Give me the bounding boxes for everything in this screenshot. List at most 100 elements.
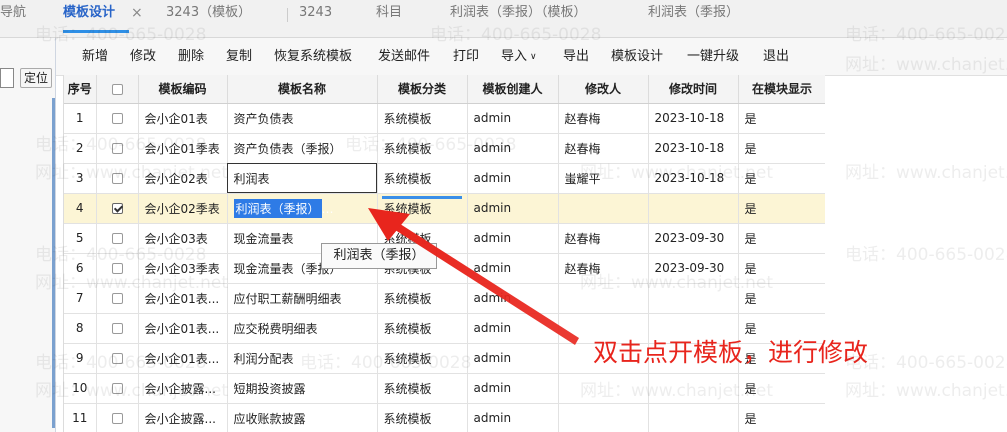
row-name[interactable]: 利润表（季报） — [227, 193, 378, 224]
row-show-in-module[interactable]: 是 — [738, 283, 825, 314]
row-checkbox-cell[interactable] — [96, 343, 139, 374]
table-row[interactable]: 7 会小企01表... 应付职工薪酬明细表 系统模板 admin 是 — [64, 283, 825, 314]
row-modified-time[interactable]: 2023-10-18 — [648, 163, 739, 194]
row-checkbox[interactable] — [111, 263, 123, 274]
row-show-in-module[interactable]: 是 — [738, 163, 825, 194]
row-modified-time[interactable] — [648, 193, 739, 224]
row-modified-time[interactable]: 2023-09-30 — [648, 223, 739, 254]
row-index[interactable]: 9 — [64, 343, 97, 374]
row-code[interactable]: 会小企01季表 — [138, 133, 228, 164]
row-name[interactable]: 资产负债表 — [227, 103, 378, 134]
selected-name-text[interactable]: 利润表（季报） — [233, 198, 322, 218]
row-code[interactable]: 会小企01表... — [138, 283, 228, 314]
tab-template-design[interactable]: 模板设计 — [63, 0, 129, 38]
row-code[interactable]: 会小企披露... — [138, 403, 228, 432]
row-checkbox[interactable] — [111, 353, 123, 364]
select-all-checkbox[interactable] — [111, 83, 123, 95]
row-modified-time[interactable]: 2023-09-30 — [648, 253, 739, 284]
row-show-in-module[interactable]: 是 — [738, 103, 825, 134]
row-index[interactable]: 7 — [64, 283, 97, 314]
upgrade-button[interactable]: 一键升级 — [687, 38, 739, 76]
row-checkbox-cell[interactable] — [96, 133, 139, 164]
copy-button[interactable]: 复制 — [226, 38, 252, 76]
row-index[interactable]: 11 — [64, 403, 97, 432]
row-category[interactable]: 系统模板 — [377, 343, 468, 374]
row-creator[interactable]: admin — [467, 343, 559, 374]
export-button[interactable]: 导出 — [563, 38, 589, 76]
row-show-in-module[interactable]: 是 — [738, 133, 825, 164]
table-row[interactable]: 3 会小企02表 利润表 系统模板 admin 蚩耀平 2023-10-18 是 — [64, 163, 825, 194]
tab-nav[interactable]: 导航 — [0, 0, 26, 38]
header-show-in-module[interactable]: 在模块显示 — [738, 75, 825, 104]
row-category[interactable]: 系统模板 — [377, 313, 468, 344]
header-name[interactable]: 模板名称 — [227, 75, 378, 104]
row-category[interactable]: 系统模板 — [377, 163, 468, 194]
row-creator[interactable]: admin — [467, 403, 559, 432]
row-checkbox[interactable] — [111, 173, 123, 184]
row-modified-time[interactable] — [648, 283, 739, 314]
row-index[interactable]: 2 — [64, 133, 97, 164]
row-creator[interactable]: admin — [467, 133, 559, 164]
row-show-in-module[interactable]: 是 — [738, 223, 825, 254]
row-modifier[interactable]: 蚩耀平 — [558, 163, 649, 194]
row-checkbox[interactable] — [111, 383, 123, 394]
nav-splitter[interactable] — [52, 98, 55, 428]
row-show-in-module[interactable]: 是 — [738, 253, 825, 284]
table-row[interactable]: 11 会小企披露... 应收账款披露 系统模板 admin 是 — [64, 403, 825, 432]
close-icon[interactable]: × — [131, 0, 143, 26]
row-category[interactable]: 系统模板 — [377, 103, 468, 134]
add-button[interactable]: 新增 — [82, 38, 108, 76]
tab-profit-quarterly[interactable]: 利润表（季报） — [648, 0, 739, 38]
row-modified-time[interactable] — [648, 403, 739, 432]
row-name[interactable]: 应交税费明细表 — [227, 313, 378, 344]
row-index[interactable]: 3 — [64, 163, 97, 194]
row-creator[interactable]: admin — [467, 163, 559, 194]
row-name[interactable]: 短期投资披露 — [227, 373, 378, 404]
row-creator[interactable]: admin — [467, 313, 559, 344]
row-category[interactable]: 系统模板 — [377, 283, 468, 314]
header-category[interactable]: 模板分类 — [377, 75, 468, 104]
header-creator[interactable]: 模板创建人 — [467, 75, 559, 104]
row-checkbox[interactable] — [111, 203, 123, 214]
row-index[interactable]: 4 — [64, 193, 97, 224]
row-checkbox[interactable] — [111, 143, 123, 154]
row-category[interactable]: 系统模板 — [377, 373, 468, 404]
row-checkbox[interactable] — [111, 113, 123, 124]
row-checkbox[interactable] — [111, 233, 123, 244]
locate-button[interactable]: 定位 — [20, 68, 52, 88]
row-index[interactable]: 5 — [64, 223, 97, 254]
row-modifier[interactable] — [558, 193, 649, 224]
row-index[interactable]: 8 — [64, 313, 97, 344]
row-code[interactable]: 会小企03表 — [138, 223, 228, 254]
row-checkbox-cell[interactable] — [96, 373, 139, 404]
send-mail-button[interactable]: 发送邮件 — [378, 38, 430, 76]
header-modifier[interactable]: 修改人 — [558, 75, 649, 104]
row-checkbox[interactable] — [111, 293, 123, 304]
row-checkbox-cell[interactable] — [96, 283, 139, 314]
row-checkbox-cell[interactable] — [96, 313, 139, 344]
import-dropdown[interactable]: 导入 ∨ — [501, 38, 537, 76]
row-checkbox-cell[interactable] — [96, 253, 139, 284]
header-modified-time[interactable]: 修改时间 — [648, 75, 739, 104]
row-creator[interactable]: admin — [467, 223, 559, 254]
row-modified-time[interactable]: 2023-10-18 — [648, 103, 739, 134]
row-creator[interactable]: admin — [467, 283, 559, 314]
row-category[interactable]: 系统模板 — [377, 133, 468, 164]
row-modified-time[interactable]: 2023-10-18 — [648, 133, 739, 164]
table-row[interactable]: 1 会小企01表 资产负债表 系统模板 admin 赵春梅 2023-10-18 是 — [64, 103, 825, 134]
row-code[interactable]: 会小企03季表 — [138, 253, 228, 284]
row-modifier[interactable] — [558, 283, 649, 314]
row-modifier[interactable]: 赵春梅 — [558, 253, 649, 284]
tab-3243[interactable]: 3243 — [299, 0, 332, 38]
row-checkbox-cell[interactable] — [96, 163, 139, 194]
row-index[interactable]: 1 — [64, 103, 97, 134]
row-modifier[interactable] — [558, 403, 649, 432]
row-name[interactable]: 利润分配表 — [227, 343, 378, 374]
row-code[interactable]: 会小企披露... — [138, 373, 228, 404]
row-index[interactable]: 10 — [64, 373, 97, 404]
row-creator[interactable]: admin — [467, 193, 559, 224]
row-name[interactable]: 应收账款披露 — [227, 403, 378, 432]
row-code[interactable]: 会小企02季表 — [138, 193, 228, 224]
row-name[interactable]: 资产负债表（季报） — [227, 133, 378, 164]
row-show-in-module[interactable]: 是 — [738, 403, 825, 432]
